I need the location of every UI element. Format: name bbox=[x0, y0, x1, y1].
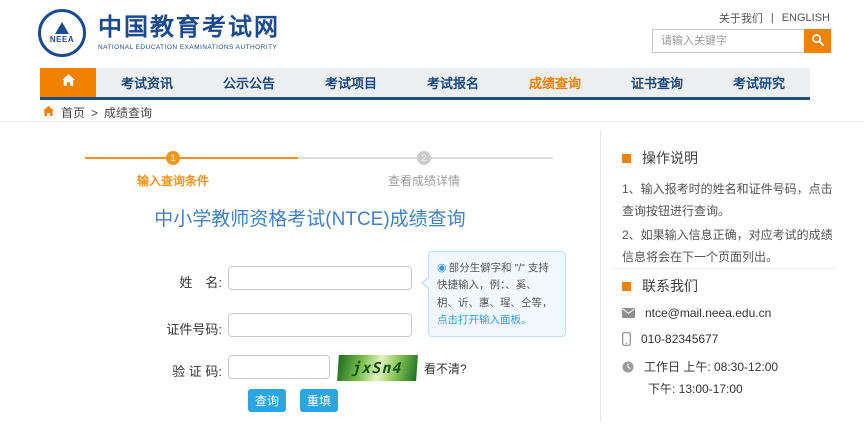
breadcrumb-current: 成绩查询 bbox=[104, 106, 153, 120]
site-title-block: 中国教育考试网 NATIONAL EDUCATION EXAMINATIONS … bbox=[98, 14, 280, 51]
instructions-title-text: 操作说明 bbox=[642, 150, 698, 166]
sidebar-section-divider bbox=[612, 268, 834, 269]
breadcrumb-divider bbox=[0, 121, 864, 122]
instruction-item-2: 2、如果输入信息正确，对应考试的成绩信息将会在下一个页面列出。 bbox=[622, 228, 833, 265]
sidebar-divider bbox=[600, 130, 601, 422]
breadcrumb: 首页 > 成绩查询 bbox=[42, 104, 152, 121]
nav-item-announcements[interactable]: 公示公告 bbox=[198, 68, 300, 97]
header-links: 关于我们 | ENGLISH bbox=[719, 10, 830, 26]
step-2-circle: 2 bbox=[417, 151, 431, 165]
search-button[interactable] bbox=[804, 29, 831, 53]
rare-character-tooltip: ◉ 部分生僻字和 "/" 支持快捷输入，例：、奚、枂、䜣、惠、瑆、仝等， 点击打开输… bbox=[421, 251, 566, 338]
step-indicator: 1 2 输入查询条件 查看成绩详情 bbox=[85, 151, 553, 191]
captcha-image[interactable]: jxSn4 bbox=[337, 355, 418, 381]
instructions-section-title: 操作说明 bbox=[622, 148, 698, 168]
captcha-label: 验 证 码: bbox=[172, 364, 222, 379]
site-logo[interactable]: NEEA 中国教育考试网 NATIONAL EDUCATION EXAMINAT… bbox=[38, 9, 280, 57]
clock-icon bbox=[622, 361, 634, 373]
id-number-label: 证件号码: bbox=[166, 322, 222, 337]
nav-item-exam-registration[interactable]: 考试报名 bbox=[402, 68, 504, 97]
instruction-item-1: 1、输入报考时的姓名和证件号码，点击查询按钮进行查询。 bbox=[622, 182, 833, 219]
english-link[interactable]: ENGLISH bbox=[782, 12, 830, 24]
nav-item-certificate-query[interactable]: 证书查询 bbox=[606, 68, 708, 97]
nav-item-exam-research[interactable]: 考试研究 bbox=[708, 68, 810, 97]
step-1-circle: 1 bbox=[166, 151, 180, 165]
main-nav: 考试资讯 公示公告 考试项目 考试报名 成绩查询 证书查询 考试研究 bbox=[40, 68, 810, 100]
about-us-link[interactable]: 关于我们 bbox=[719, 10, 763, 26]
contact-hours-row: 工作日 上午: 08:30-12:00 bbox=[622, 358, 778, 375]
name-input[interactable] bbox=[228, 266, 412, 290]
contact-title-text: 联系我们 bbox=[642, 278, 698, 294]
emblem-triangle bbox=[55, 22, 69, 34]
search-input[interactable] bbox=[652, 29, 804, 53]
radio-dot-icon: ◉ bbox=[437, 262, 447, 274]
nav-item-exam-news[interactable]: 考试资讯 bbox=[96, 68, 198, 97]
nav-home-button[interactable] bbox=[40, 68, 96, 97]
contact-phone-row: 010-82345677 bbox=[622, 332, 718, 346]
open-input-panel-link[interactable]: 点击打开输入面板。 bbox=[437, 314, 532, 326]
step-progress-line bbox=[85, 157, 298, 159]
step-1-label: 输入查询条件 bbox=[136, 174, 209, 188]
orange-square-bullet-icon bbox=[622, 281, 631, 291]
emblem-acronym: NEEA bbox=[49, 35, 75, 44]
contact-email: ntce@mail.neea.edu.cn bbox=[645, 306, 772, 320]
captcha-input[interactable] bbox=[228, 355, 330, 379]
contact-email-row: ntce@mail.neea.edu.cn bbox=[622, 306, 771, 320]
reset-button[interactable]: 重填 bbox=[300, 389, 338, 412]
nav-item-score-query[interactable]: 成绩查询 bbox=[504, 68, 606, 97]
site-name: 中国教育考试网 bbox=[98, 14, 280, 42]
contact-hours-line2: 下午: 13:00-17:00 bbox=[648, 382, 743, 396]
mobile-phone-icon bbox=[622, 332, 631, 346]
site-subtitle: NATIONAL EDUCATION EXAMINATIONS AUTHORIT… bbox=[98, 43, 278, 51]
links-divider: | bbox=[770, 12, 774, 24]
page-title: 中小学教师资格考试(NTCE)成绩查询 bbox=[154, 209, 466, 230]
step-2-label: 查看成绩详情 bbox=[387, 174, 460, 188]
name-label: 姓 名: bbox=[179, 275, 222, 290]
tooltip-text: 部分生僻字和 "/" 支持快捷输入，例：、奚、枂、䜣、惠、瑆、仝等， bbox=[437, 262, 553, 309]
neea-emblem-icon: NEEA bbox=[38, 9, 86, 57]
orange-square-bullet-icon bbox=[622, 153, 631, 163]
envelope-icon bbox=[622, 308, 635, 318]
search-box bbox=[652, 29, 831, 53]
contact-hours-line1: 工作日 上午: 08:30-12:00 bbox=[644, 360, 779, 374]
contact-phone: 010-82345677 bbox=[641, 332, 719, 346]
contact-section-title: 联系我们 bbox=[622, 276, 698, 296]
breadcrumb-separator: > bbox=[91, 105, 99, 120]
search-icon bbox=[811, 33, 825, 50]
breadcrumb-home-icon bbox=[42, 105, 55, 120]
captcha-refresh-link[interactable]: 看不清? bbox=[424, 360, 467, 377]
breadcrumb-home-link[interactable]: 首页 bbox=[61, 104, 85, 121]
nav-item-exam-programs[interactable]: 考试项目 bbox=[300, 68, 402, 97]
home-icon bbox=[61, 73, 76, 92]
id-number-input[interactable] bbox=[228, 313, 412, 337]
query-button[interactable]: 查询 bbox=[248, 389, 286, 412]
